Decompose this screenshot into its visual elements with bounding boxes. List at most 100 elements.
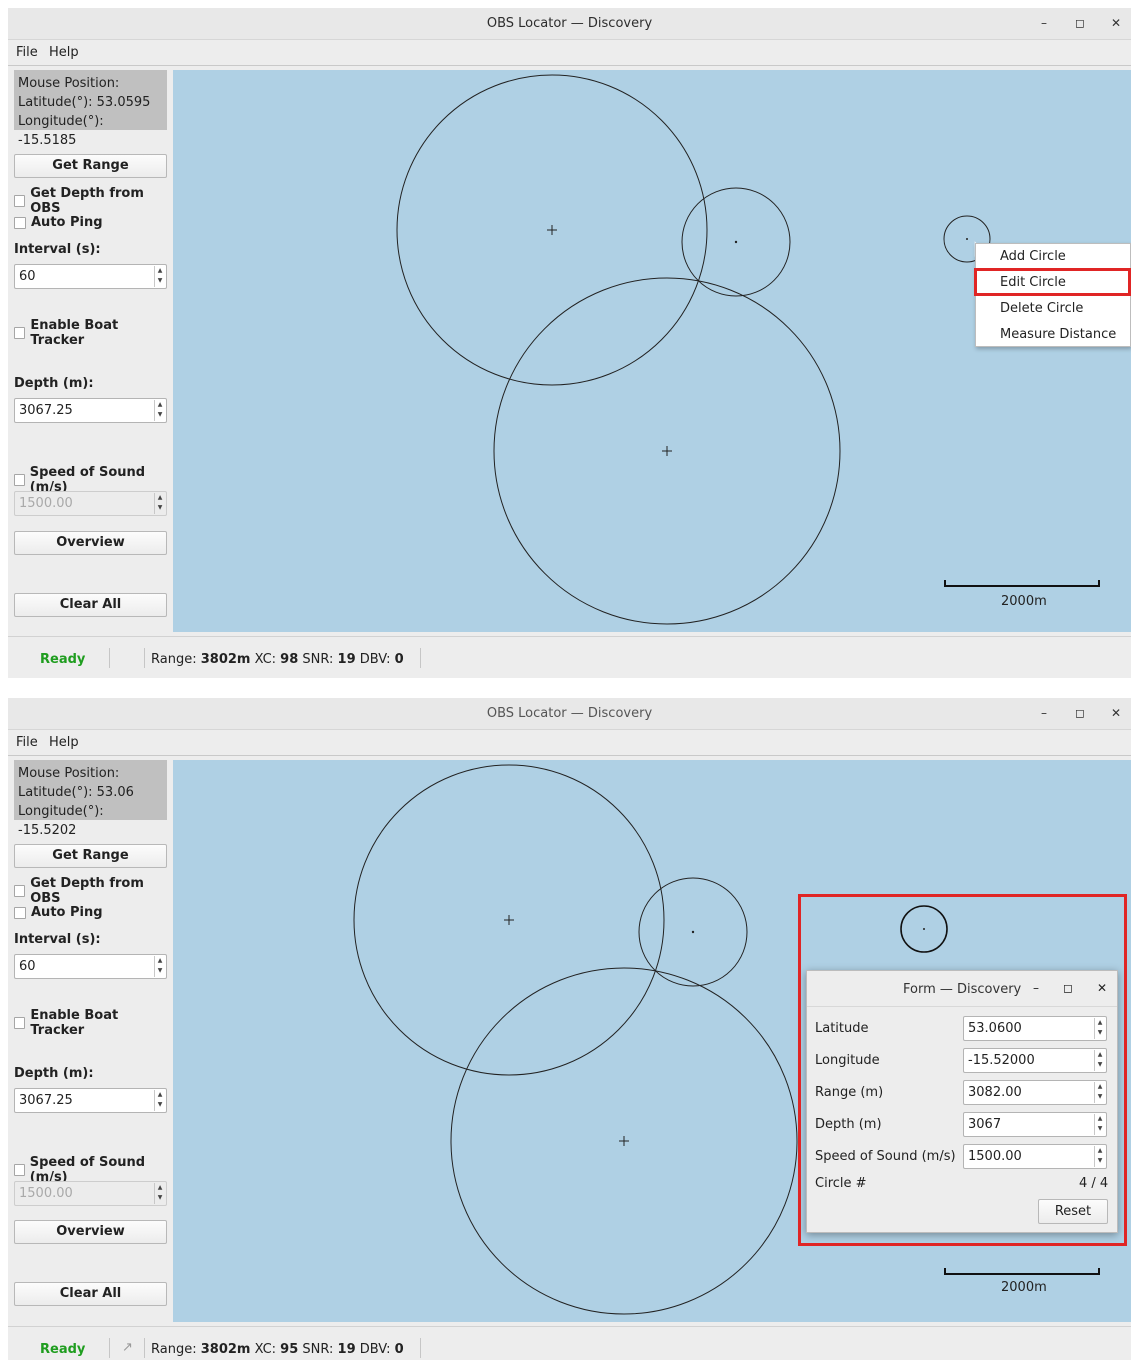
edit-circle-highlight [974, 268, 1131, 296]
depth-label: Depth (m): [14, 376, 94, 391]
menu-add-circle[interactable]: Add Circle [976, 244, 1130, 270]
status-bar: Ready ↗ Range: 3802m XC: 95 SNR: 19 DBV:… [8, 1326, 1131, 1360]
map-canvas[interactable]: 2000m [173, 70, 1131, 632]
range-value: 3802m [200, 652, 251, 667]
mouse-longitude: Longitude(°): -15.5185 [18, 114, 104, 148]
center-marker [547, 225, 557, 235]
mouse-position-header: Mouse Position: [18, 766, 120, 781]
spin-arrows-icon[interactable]: ▲ ▼ [154, 400, 165, 421]
close-button[interactable]: ✕ [1109, 704, 1123, 722]
edit-form-highlight [798, 894, 1127, 1246]
checkbox-icon [14, 195, 26, 207]
get-depth-checkbox[interactable]: Get Depth from OBS [14, 876, 167, 906]
menu-help[interactable]: Help [49, 45, 79, 60]
maximize-button[interactable]: ◻ [1073, 704, 1087, 722]
window-title: OBS Locator — Discovery [486, 16, 653, 31]
get-depth-label: Get Depth from OBS [30, 876, 144, 906]
mouse-longitude: Longitude(°): -15.5202 [18, 804, 104, 838]
mouse-position-header: Mouse Position: [18, 76, 120, 91]
overview-button[interactable]: Overview [14, 531, 167, 555]
clear-all-button[interactable]: Clear All [14, 593, 167, 617]
auto-ping-checkbox[interactable]: Auto Ping [14, 215, 103, 230]
menu-bar: File Help [8, 42, 1131, 66]
spin-arrows-icon[interactable]: ▲ ▼ [154, 956, 165, 977]
snr-label: SNR: [302, 652, 334, 667]
menu-file[interactable]: File [16, 735, 38, 750]
boat-tracker-checkbox[interactable]: Enable Boat Tracker [14, 318, 167, 348]
center-marker [504, 915, 514, 925]
status-separator [109, 1338, 110, 1358]
snr-value: 19 [337, 1342, 356, 1357]
depth-label: Depth (m): [14, 1066, 94, 1081]
main-window-context-menu: OBS Locator — Discovery – ◻ ✕ File Help … [8, 8, 1131, 678]
scale-bar [944, 1268, 1100, 1275]
checkbox-icon [14, 906, 26, 919]
dbv-label: DBV: [359, 1342, 391, 1357]
title-bar: OBS Locator — Discovery – ◻ ✕ [8, 8, 1131, 40]
minimize-button[interactable]: – [1037, 14, 1051, 32]
get-range-button[interactable]: Get Range [14, 844, 167, 868]
status-bar: Ready Range: 3802m XC: 98 SNR: 19 DBV: 0 [8, 636, 1131, 678]
status-separator [109, 648, 110, 668]
interval-label: Interval (s): [14, 242, 101, 257]
xc-label: XC: [254, 1342, 277, 1357]
get-range-button[interactable]: Get Range [14, 154, 167, 178]
checkbox-icon [14, 327, 26, 339]
mouse-position-panel: Mouse Position: Latitude(°): 53.06 Longi… [14, 760, 167, 838]
boat-tracker-label: Enable Boat Tracker [30, 1008, 119, 1038]
interval-spinbox[interactable]: 60 ▲ ▼ [14, 954, 167, 979]
get-depth-checkbox[interactable]: Get Depth from OBS [14, 186, 167, 216]
maximize-button[interactable]: ◻ [1073, 14, 1087, 32]
spin-arrows-icon[interactable]: ▲ ▼ [154, 266, 165, 287]
status-stats: Range: 3802m XC: 95 SNR: 19 DBV: 0 [151, 1342, 404, 1357]
get-depth-label: Get Depth from OBS [30, 186, 144, 216]
status-separator [144, 1338, 145, 1358]
overview-button[interactable]: Overview [14, 1220, 167, 1244]
interval-value: 60 [19, 269, 36, 284]
center-dot [966, 238, 968, 240]
range-label: Range: [151, 652, 197, 667]
depth-value: 3067.25 [19, 403, 73, 418]
menu-bar: File Help [8, 732, 1131, 756]
menu-measure-distance[interactable]: Measure Distance [976, 322, 1130, 348]
xc-label: XC: [254, 652, 277, 667]
window-title: OBS Locator — Discovery [486, 706, 653, 721]
clear-all-button[interactable]: Clear All [14, 1282, 167, 1306]
depth-spinbox[interactable]: 3067.25 ▲ ▼ [14, 1088, 167, 1113]
scale-label: 2000m [1001, 594, 1047, 609]
main-window-edit-form: OBS Locator — Discovery – ◻ ✕ File Help … [8, 698, 1131, 1360]
depth-value: 3067.25 [19, 1093, 73, 1108]
spin-arrows-icon: ▲ ▼ [154, 493, 165, 514]
center-dot [691, 930, 695, 934]
minimize-button[interactable]: – [1037, 704, 1051, 722]
sound-speed-value: 1500.00 [19, 1186, 73, 1201]
dbv-value: 0 [394, 652, 404, 667]
interval-spinbox[interactable]: 60 ▲ ▼ [14, 264, 167, 289]
sound-speed-spinbox: 1500.00 ▲ ▼ [14, 491, 167, 516]
status-ready: Ready [40, 1342, 86, 1357]
spin-arrows-icon[interactable]: ▲ ▼ [154, 1090, 165, 1111]
menu-file[interactable]: File [16, 45, 38, 60]
auto-ping-label: Auto Ping [31, 215, 103, 230]
xc-value: 95 [280, 1342, 299, 1357]
mouse-latitude: Latitude(°): 53.0595 [18, 95, 151, 110]
checkbox-icon [14, 474, 25, 486]
sound-speed-spinbox: 1500.00 ▲ ▼ [14, 1181, 167, 1206]
range-label: Range: [151, 1342, 197, 1357]
boat-tracker-checkbox[interactable]: Enable Boat Tracker [14, 1008, 167, 1038]
scale-bar [944, 580, 1100, 587]
menu-help[interactable]: Help [49, 735, 79, 750]
checkbox-icon [14, 216, 26, 229]
scale-label: 2000m [1001, 1280, 1047, 1295]
spin-arrows-icon: ▲ ▼ [154, 1183, 165, 1204]
snr-value: 19 [337, 652, 356, 667]
mouse-latitude: Latitude(°): 53.06 [18, 785, 134, 800]
menu-delete-circle[interactable]: Delete Circle [976, 296, 1130, 322]
dbv-label: DBV: [359, 652, 391, 667]
checkbox-icon [14, 885, 26, 897]
depth-spinbox[interactable]: 3067.25 ▲ ▼ [14, 398, 167, 423]
status-separator [144, 648, 145, 668]
status-ready: Ready [40, 652, 86, 667]
auto-ping-checkbox[interactable]: Auto Ping [14, 905, 103, 920]
close-button[interactable]: ✕ [1109, 14, 1123, 32]
